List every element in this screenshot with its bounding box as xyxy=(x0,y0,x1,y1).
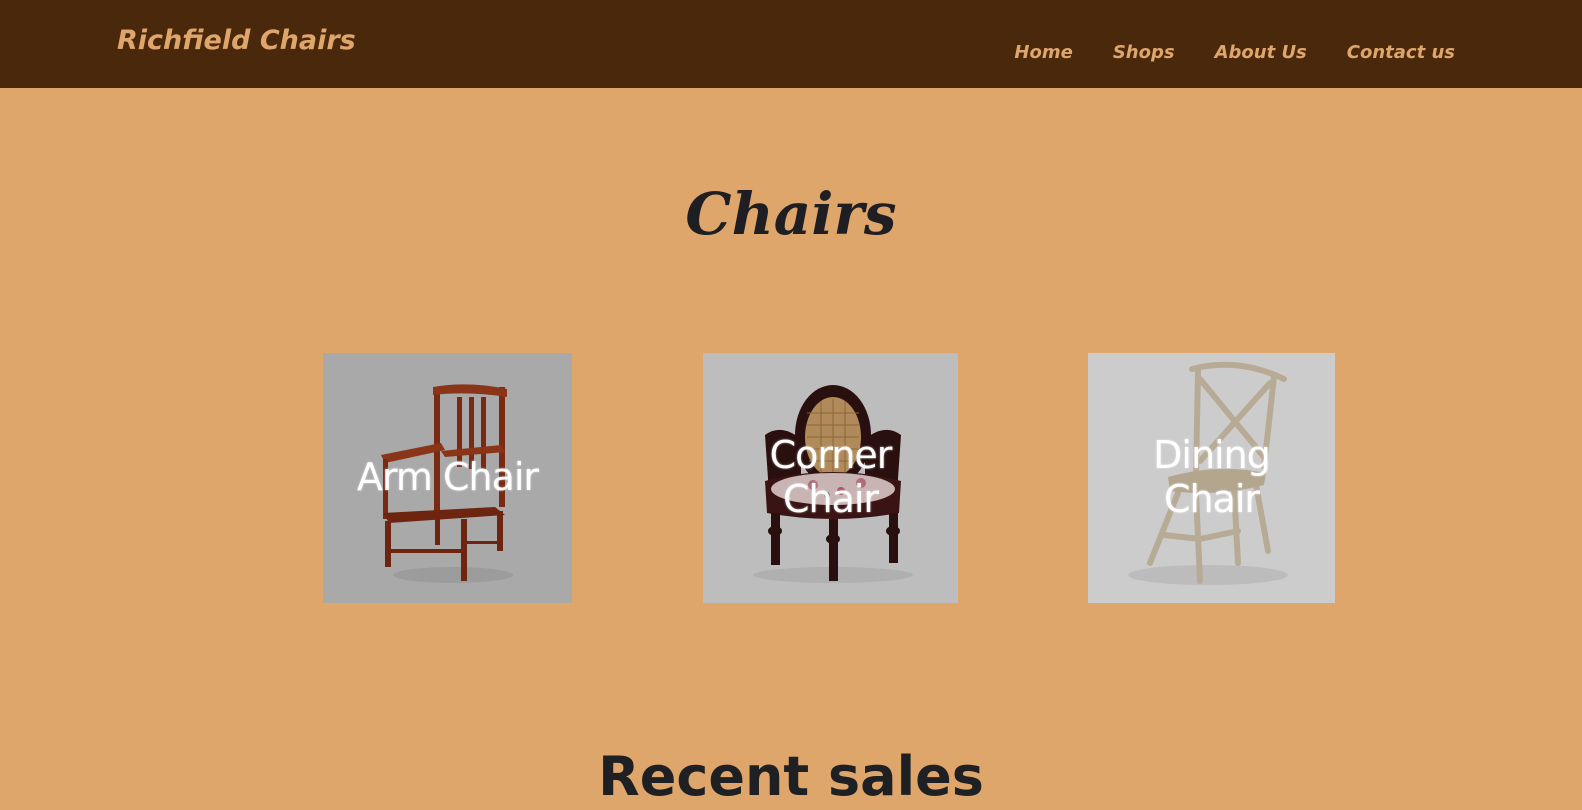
category-card-dining-chair[interactable]: Dining Chair xyxy=(1088,353,1335,603)
nav-link-shops[interactable]: Shops xyxy=(1113,42,1175,63)
nav-link-contact-us[interactable]: Contact us xyxy=(1347,42,1455,63)
card-label-corner-chair: Corner Chair xyxy=(769,433,893,521)
category-card-arm-chair[interactable]: Arm Chair xyxy=(323,353,572,603)
page-title: Chairs xyxy=(685,180,897,248)
navbar: Richfield Chairs Home Shops About Us Con… xyxy=(0,0,1582,88)
nav-links: Home Shops About Us Contact us xyxy=(1014,42,1455,63)
nav-link-about-us[interactable]: About Us xyxy=(1215,42,1307,63)
recent-sales-heading: Recent sales xyxy=(598,745,984,808)
card-label-arm-chair: Arm Chair xyxy=(356,455,539,500)
nav-link-home[interactable]: Home xyxy=(1014,42,1072,63)
brand-logo[interactable]: Richfield Chairs xyxy=(117,25,356,56)
category-card-corner-chair[interactable]: Corner Chair xyxy=(703,353,958,603)
card-label-dining-chair: Dining Chair xyxy=(1153,433,1271,521)
